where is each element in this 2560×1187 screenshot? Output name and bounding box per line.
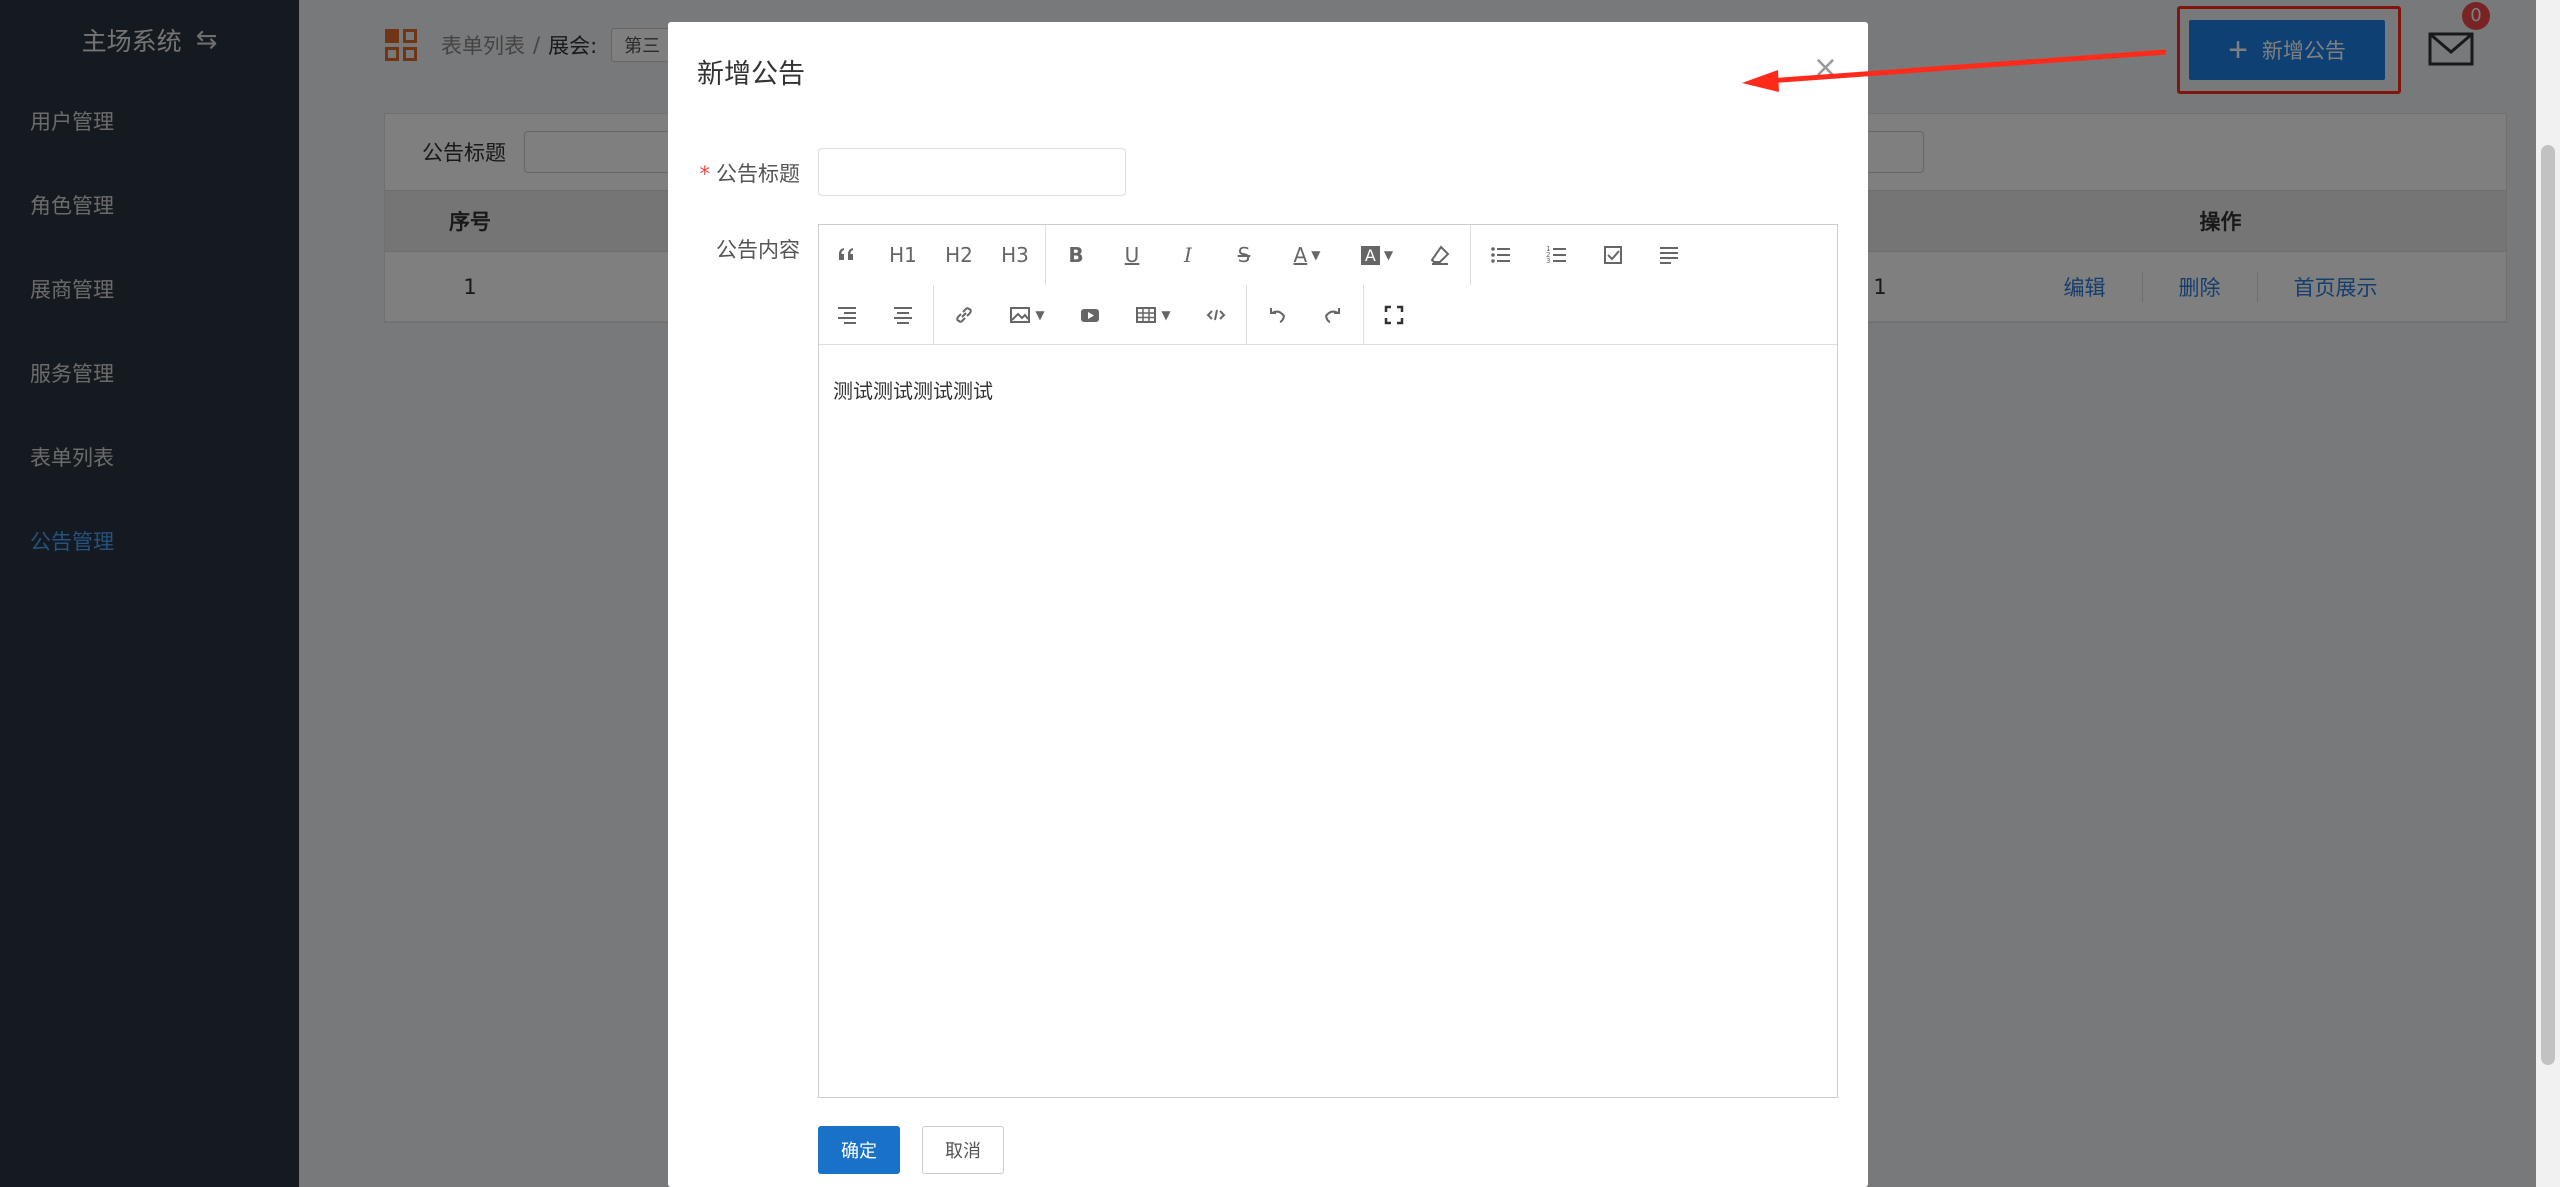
align-center-icon[interactable] xyxy=(875,293,931,337)
align-right-icon[interactable] xyxy=(819,293,875,337)
clear-format-icon[interactable] xyxy=(1412,233,1468,277)
heading-3-button[interactable]: H3 xyxy=(987,233,1043,277)
heading-1-button[interactable]: H1 xyxy=(875,233,931,277)
dialog-title: 新增公告 xyxy=(697,59,805,90)
required-mark: * xyxy=(699,162,711,186)
undo-icon[interactable] xyxy=(1249,293,1305,337)
table-icon[interactable]: ▼ xyxy=(1118,293,1188,337)
confirm-button[interactable]: 确定 xyxy=(818,1126,900,1174)
todo-checkbox-icon[interactable] xyxy=(1585,233,1641,277)
title-field-label: * 公告标题 xyxy=(668,158,801,188)
toolbar-divider xyxy=(933,285,934,345)
title-field-label-text: 公告标题 xyxy=(716,162,800,186)
editor-content[interactable]: 测试测试测试测试 xyxy=(833,375,993,404)
toolbar-row-1: H1 H2 H3 B U I S A ▼ A ▼ 123 xyxy=(819,225,1697,285)
bold-icon[interactable]: B xyxy=(1048,233,1104,277)
fullscreen-icon[interactable] xyxy=(1366,293,1422,337)
italic-icon[interactable]: I xyxy=(1160,233,1216,277)
announcement-title-input[interactable] xyxy=(818,148,1126,196)
video-icon[interactable] xyxy=(1062,293,1118,337)
editor-toolbar: H1 H2 H3 B U I S A ▼ A ▼ 123 ▼ ▼ xyxy=(819,225,1837,345)
font-color-icon[interactable]: A ▼ xyxy=(1272,233,1342,277)
add-announcement-dialog: 新增公告 × * 公告标题 公告内容 H1 H2 H3 B U I S A ▼ A ▼ xyxy=(668,22,1868,1187)
redo-icon[interactable] xyxy=(1305,293,1361,337)
toolbar-divider xyxy=(1045,225,1046,285)
heading-2-button[interactable]: H2 xyxy=(931,233,987,277)
toolbar-divider xyxy=(1470,225,1471,285)
link-icon[interactable] xyxy=(936,293,992,337)
page-scrollbar[interactable] xyxy=(2536,0,2560,1187)
code-icon[interactable] xyxy=(1188,293,1244,337)
strikethrough-icon[interactable]: S xyxy=(1216,233,1272,277)
underline-icon[interactable]: U xyxy=(1104,233,1160,277)
blockquote-icon[interactable] xyxy=(819,233,875,277)
bullet-list-icon[interactable] xyxy=(1473,233,1529,277)
toolbar-row-2: ▼ ▼ xyxy=(819,285,1422,345)
toolbar-divider xyxy=(1363,285,1364,345)
rich-text-editor: H1 H2 H3 B U I S A ▼ A ▼ 123 ▼ ▼ 测试测试测试测… xyxy=(818,224,1838,1098)
justify-icon[interactable] xyxy=(1641,233,1697,277)
close-icon[interactable]: × xyxy=(1813,50,1838,85)
image-icon[interactable]: ▼ xyxy=(992,293,1062,337)
toolbar-divider xyxy=(1246,285,1247,345)
numbered-list-icon[interactable]: 123 xyxy=(1529,233,1585,277)
background-color-icon[interactable]: A ▼ xyxy=(1342,233,1412,277)
content-label: 公告内容 xyxy=(716,238,800,262)
cancel-button[interactable]: 取消 xyxy=(922,1126,1004,1174)
svg-text:3: 3 xyxy=(1546,257,1550,265)
scrollbar-thumb[interactable] xyxy=(2541,145,2555,1065)
